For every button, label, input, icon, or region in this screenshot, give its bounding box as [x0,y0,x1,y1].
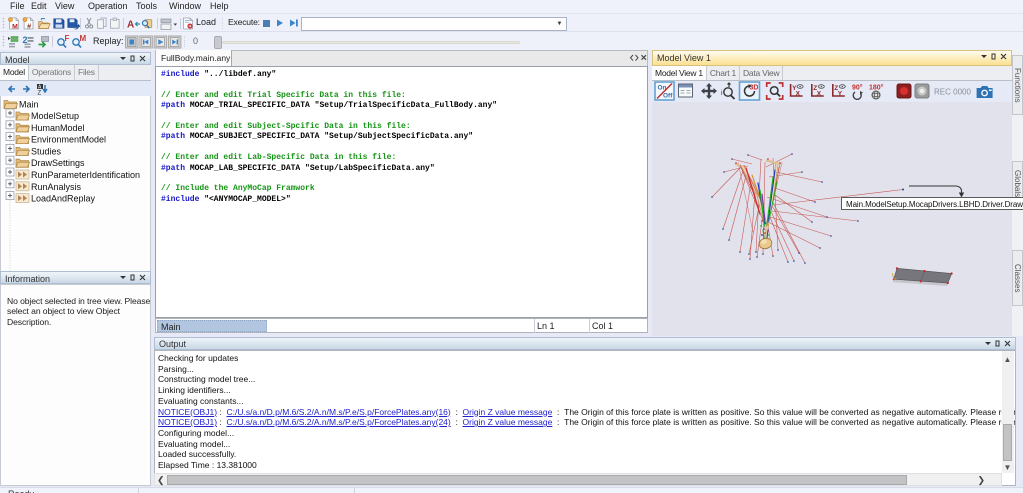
svg-text:X: X [817,91,822,98]
svg-text:REC 0000: REC 0000 [934,88,971,97]
svg-text:Z: Z [38,91,42,96]
svg-text:RunParameterIdentification: RunParameterIdentification [31,170,140,180]
svg-text:Main: Main [19,100,39,110]
svg-text:90°: 90° [852,84,863,92]
svg-text:Off: Off [663,93,673,100]
svg-text:i: i [721,90,723,97]
svg-text:HumanModel: HumanModel [31,123,85,133]
svg-text:180°: 180° [869,84,884,92]
svg-text:M: M [80,34,87,43]
svg-text:LoadAndReplay: LoadAndReplay [31,194,96,204]
svg-text:ModelSetup: ModelSetup [31,111,79,121]
svg-text:Y: Y [838,91,843,98]
svg-text:DrawSettings: DrawSettings [31,158,85,168]
svg-text:RunAnalysis: RunAnalysis [31,182,82,192]
svg-text:M: M [12,24,18,31]
svg-text:3D: 3D [750,85,759,92]
svg-text:A: A [127,20,134,31]
svg-text:F: F [65,34,70,43]
svg-text:#: # [27,22,31,31]
svg-text:EnvironmentModel: EnvironmentModel [31,135,106,145]
svg-text:X: X [796,91,801,98]
svg-text:Studies: Studies [31,146,62,156]
